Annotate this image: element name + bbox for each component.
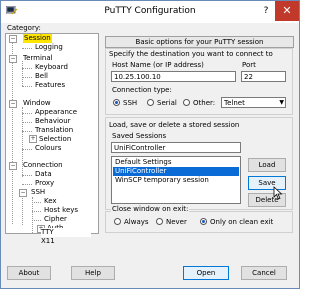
tree-item-x11[interactable]: X11	[41, 237, 55, 246]
tree-item-connection[interactable]: Connection	[23, 161, 63, 170]
collapse-icon[interactable]: −	[9, 55, 17, 63]
tree-item-behaviour[interactable]: Behaviour	[35, 117, 71, 126]
tree-item-kex[interactable]: Kex	[44, 197, 57, 206]
protocol-select[interactable]: Telnet ▼	[221, 97, 286, 108]
host-input[interactable]: 10.25.100.10	[111, 71, 236, 82]
tree-item-colours[interactable]: Colours	[35, 144, 61, 153]
radio-clean-exit-label: Only on clean exit	[210, 218, 274, 226]
radio-always-label: Always	[124, 218, 149, 226]
collapse-icon[interactable]: −	[9, 35, 17, 43]
port-label: Port	[242, 61, 256, 69]
panel-heading: Basic options for your PuTTY session	[105, 36, 294, 48]
load-button[interactable]: Load	[248, 158, 286, 172]
tree-item-session[interactable]: Session	[23, 34, 52, 43]
tree-item-translation[interactable]: Translation	[35, 126, 73, 135]
radio-clean-exit[interactable]	[200, 218, 207, 225]
radio-serial[interactable]	[147, 99, 154, 106]
port-input[interactable]: 22	[241, 71, 286, 82]
tree-item-features[interactable]: Features	[35, 81, 65, 90]
open-button[interactable]: Open	[183, 266, 229, 280]
expand-icon[interactable]: +	[29, 135, 37, 143]
close-icon[interactable]: ✕	[275, 1, 299, 21]
list-item[interactable]: WinSCP temporary session	[113, 176, 239, 185]
tree-item-proxy[interactable]: Proxy	[35, 179, 54, 188]
tree-item-window[interactable]: Window	[23, 99, 51, 108]
radio-other-label: Other:	[193, 99, 216, 107]
tree-item-data[interactable]: Data	[35, 170, 52, 179]
collapse-icon[interactable]: −	[19, 189, 27, 197]
tree-item-cipher[interactable]: Cipher	[44, 215, 67, 224]
tree-item-tty[interactable]: TTY	[41, 228, 91, 237]
mouse-cursor-icon	[273, 186, 283, 200]
list-item[interactable]: Default Settings	[113, 158, 239, 167]
putty-window: PuTTY Configuration ? ✕ Category: − Sess…	[0, 0, 300, 289]
tree-item-bell[interactable]: Bell	[35, 72, 48, 81]
protocol-select-value: Telnet	[224, 99, 245, 107]
chevron-down-icon: ▼	[279, 99, 284, 106]
list-item[interactable]: UniFiController	[113, 167, 239, 176]
tree-item-host-keys[interactable]: Host keys	[44, 206, 78, 215]
category-tree[interactable]: − Session Logging − Terminal Keyboard Be…	[5, 33, 99, 234]
connection-type-label: Connection type:	[112, 86, 172, 94]
help-icon[interactable]: ?	[255, 1, 277, 21]
host-label: Host Name (or IP address)	[112, 61, 204, 69]
cancel-button[interactable]: Cancel	[241, 266, 287, 280]
saved-sessions-label: Saved Sessions	[112, 132, 167, 140]
help-button[interactable]: Help	[71, 266, 115, 280]
destination-label: Specify the destination you want to conn…	[109, 50, 273, 58]
title-bar: PuTTY Configuration ? ✕	[1, 1, 299, 23]
collapse-icon[interactable]: −	[9, 162, 17, 170]
saved-session-input[interactable]: UniFiController	[111, 142, 241, 153]
tree-item-selection[interactable]: Selection	[39, 135, 71, 144]
close-exit-label: Close window on exit:	[111, 205, 190, 213]
radio-always[interactable]	[114, 218, 121, 225]
tree-item-appearance[interactable]: Appearance	[35, 108, 77, 117]
radio-never-label: Never	[166, 218, 187, 226]
radio-serial-label: Serial	[157, 99, 177, 107]
saved-group-label: Load, save or delete a stored session	[109, 121, 240, 129]
radio-ssh-label: SSH	[123, 99, 138, 107]
about-button[interactable]: About	[7, 266, 51, 280]
tree-item-logging[interactable]: Logging	[35, 43, 63, 52]
tree-item-terminal[interactable]: Terminal	[23, 54, 53, 63]
radio-never[interactable]	[156, 218, 163, 225]
tree-item-ssh[interactable]: SSH	[31, 188, 45, 197]
tree-item-keyboard[interactable]: Keyboard	[35, 63, 68, 72]
collapse-icon[interactable]: −	[9, 100, 17, 108]
radio-other[interactable]	[183, 99, 190, 106]
sessions-list[interactable]: Default Settings UniFiController WinSCP …	[111, 156, 241, 204]
category-label: Category:	[7, 24, 41, 32]
radio-ssh[interactable]	[113, 99, 120, 106]
